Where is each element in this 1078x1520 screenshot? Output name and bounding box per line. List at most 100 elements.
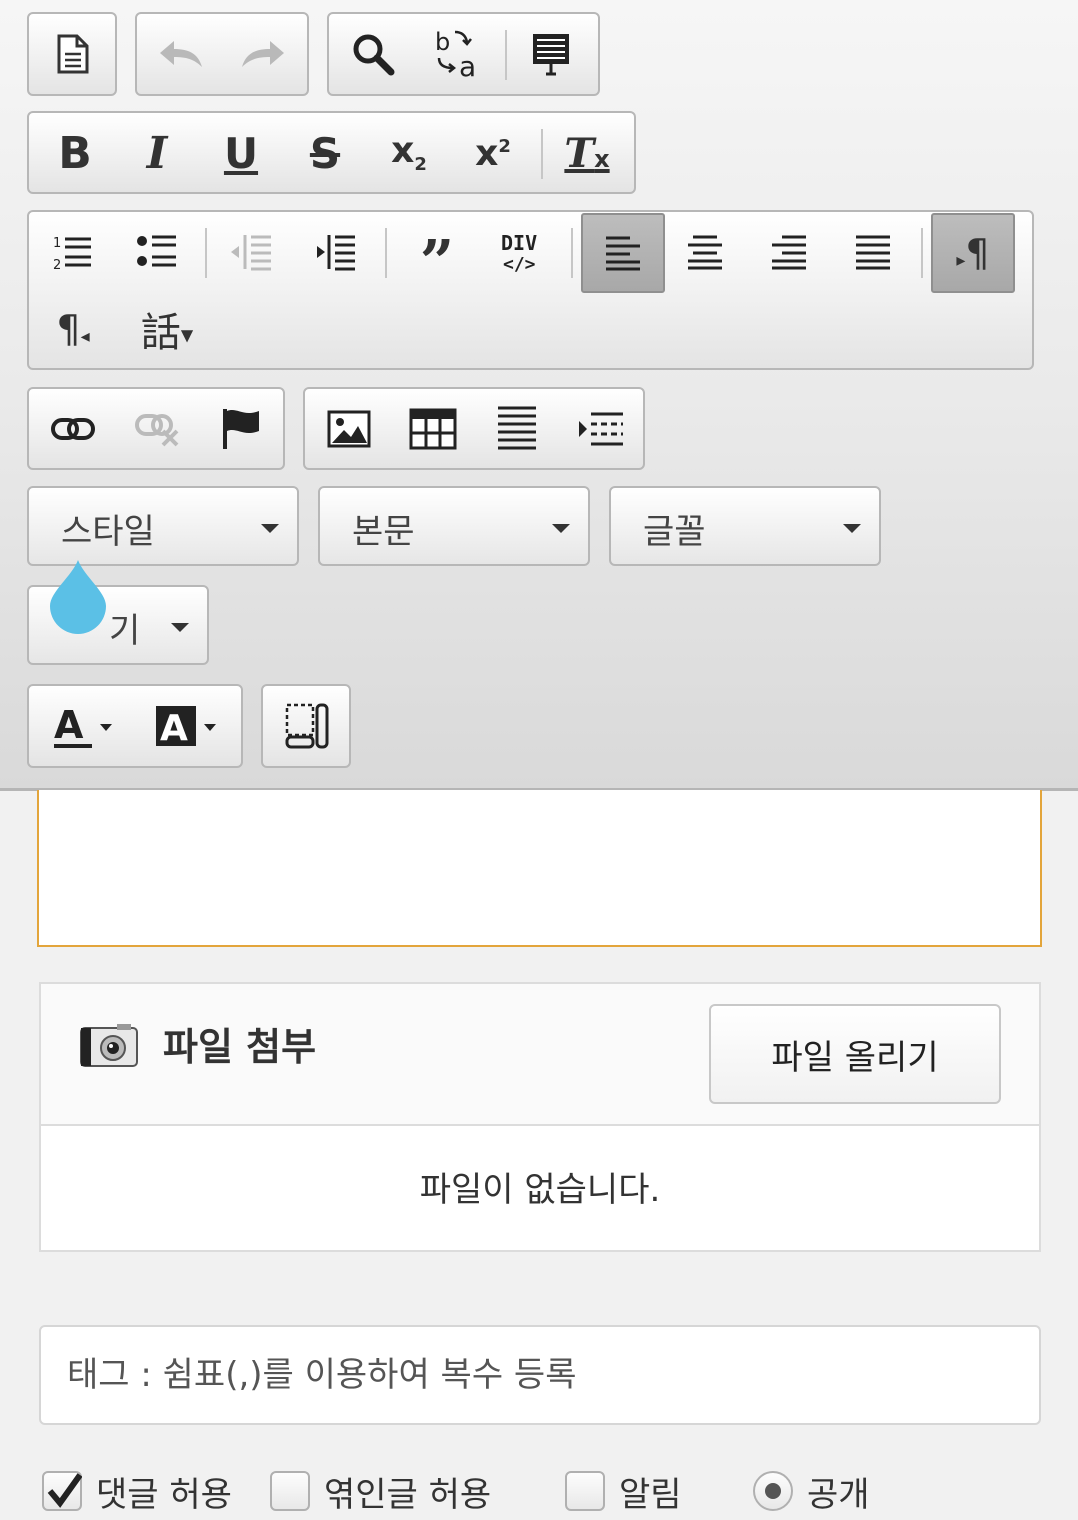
- text-selection-handle-icon: [50, 560, 106, 634]
- remove-format-button[interactable]: Tx: [551, 116, 623, 190]
- image-icon: [327, 410, 371, 448]
- checkmark-icon: [47, 1473, 82, 1508]
- flag-icon: [223, 409, 259, 449]
- numbered-list-icon: 1 2: [53, 236, 91, 271]
- document-icon: [57, 34, 89, 74]
- underline-icon: U: [223, 128, 259, 178]
- styles-combo-label: 스타일: [61, 512, 155, 552]
- anchor-button[interactable]: [205, 392, 277, 466]
- svg-text:DIV: DIV: [501, 231, 537, 255]
- find-button[interactable]: [337, 17, 409, 91]
- notify-checkbox[interactable]: [565, 1471, 605, 1511]
- bold-icon: B: [58, 127, 92, 179]
- replace-icon: b a: [435, 28, 476, 80]
- strikethrough-icon: S: [309, 128, 341, 178]
- colors-group: A A: [27, 684, 243, 768]
- text-direction-ltr-button[interactable]: ▸¶: [931, 213, 1015, 293]
- allow-trackback-option[interactable]: 엮인글 허용: [270, 1466, 491, 1516]
- svg-text:</>: </>: [503, 254, 536, 274]
- styles-combo[interactable]: 스타일: [27, 486, 299, 566]
- svg-text:2: 2: [53, 258, 61, 271]
- tag-input[interactable]: [39, 1325, 1041, 1425]
- redo-button[interactable]: [227, 17, 299, 91]
- ltr-direction-icon: ▸¶: [956, 231, 990, 275]
- background-color-button[interactable]: A: [141, 689, 237, 763]
- link-icon: [51, 418, 95, 440]
- toolbar-separator: [541, 129, 543, 179]
- rtl-direction-icon: ¶◂: [56, 307, 90, 351]
- table-icon: [409, 408, 457, 450]
- bold-button[interactable]: B: [39, 116, 111, 190]
- italic-icon: I: [146, 127, 168, 179]
- text-direction-rtl-button[interactable]: ¶◂: [37, 292, 109, 366]
- undo-icon: [160, 41, 202, 67]
- toolbar-separator: [205, 228, 207, 278]
- increase-indent-button[interactable]: [299, 215, 371, 289]
- paragraph-group: 1 2 ” DIV </> ▸¶ ¶◂ 話▼: [27, 210, 1034, 370]
- align-right-button[interactable]: [753, 215, 825, 289]
- allow-comments-option[interactable]: 댓글 허용: [42, 1466, 232, 1516]
- allow-comments-checkbox[interactable]: [42, 1471, 82, 1511]
- toolbar-separator: [921, 228, 923, 278]
- bulleted-list-icon: [137, 235, 176, 267]
- editor-toolbar: b a B I U S x2 x2 Tx 1 2 ” DIV </> ▸¶ ¶◂…: [0, 0, 1078, 791]
- chevron-down-icon: [171, 623, 189, 632]
- svg-text:A: A: [160, 708, 188, 749]
- show-blocks-icon: [285, 703, 329, 749]
- font-combo-label: 글꼴: [643, 512, 706, 552]
- decrease-indent-button[interactable]: [215, 215, 287, 289]
- numbered-list-button[interactable]: 1 2: [37, 215, 109, 289]
- subscript-button[interactable]: x2: [373, 116, 445, 190]
- tools-group: [261, 684, 351, 768]
- unlink-icon: [135, 414, 179, 447]
- allow-trackback-checkbox[interactable]: [270, 1471, 310, 1511]
- link-button[interactable]: [37, 392, 109, 466]
- superscript-button[interactable]: x2: [457, 116, 529, 190]
- allow-comments-label: 댓글 허용: [96, 1474, 232, 1515]
- links-group: [27, 387, 285, 470]
- upload-file-button[interactable]: 파일 올리기: [709, 1004, 1001, 1104]
- strikethrough-button[interactable]: S: [289, 116, 361, 190]
- align-center-button[interactable]: [669, 215, 741, 289]
- justify-button[interactable]: [837, 215, 909, 289]
- undo-button[interactable]: [145, 17, 217, 91]
- bulleted-list-button[interactable]: [121, 215, 193, 289]
- page-break-icon: [579, 412, 623, 446]
- source-document-button[interactable]: [37, 17, 109, 91]
- notify-option[interactable]: 알림: [565, 1466, 682, 1516]
- superscript-icon: x2: [475, 132, 511, 174]
- image-button[interactable]: [313, 392, 385, 466]
- insert-group: [303, 387, 645, 470]
- underline-button[interactable]: U: [205, 116, 277, 190]
- allow-trackback-label: 엮인글 허용: [324, 1474, 492, 1515]
- editor-content-area[interactable]: [37, 790, 1042, 947]
- page-break-button[interactable]: [565, 392, 637, 466]
- unlink-button[interactable]: [121, 392, 193, 466]
- notify-label: 알림: [619, 1474, 682, 1515]
- horizontal-rule-button[interactable]: [481, 392, 553, 466]
- select-all-button[interactable]: [515, 17, 587, 91]
- file-attachment-title: 파일 첨부: [163, 1025, 317, 1069]
- align-right-icon: [772, 235, 806, 270]
- file-attachment-header: 파일 첨부 파일 올리기: [41, 984, 1039, 1126]
- align-left-icon: [606, 236, 640, 271]
- align-left-button[interactable]: [581, 213, 665, 293]
- replace-button[interactable]: b a: [421, 17, 493, 91]
- public-option[interactable]: 공개: [753, 1466, 870, 1516]
- horizontal-rule-icon: [498, 406, 536, 450]
- table-button[interactable]: [397, 392, 469, 466]
- show-blocks-button[interactable]: [271, 689, 343, 763]
- language-button[interactable]: 話▼: [125, 292, 209, 366]
- format-combo[interactable]: 본문: [318, 486, 590, 566]
- blockquote-button[interactable]: ”: [401, 215, 473, 293]
- italic-button[interactable]: I: [121, 116, 193, 190]
- indent-icon: [317, 235, 355, 271]
- remove-format-icon: Tx: [564, 129, 610, 177]
- public-radio[interactable]: [753, 1471, 793, 1511]
- text-color-button[interactable]: A: [37, 689, 133, 763]
- create-div-button[interactable]: DIV </>: [485, 215, 557, 289]
- quote-icon: ”: [419, 228, 455, 298]
- svg-text:a: a: [459, 50, 476, 80]
- font-combo[interactable]: 글꼴: [609, 486, 881, 566]
- text-color-icon: A: [54, 703, 112, 748]
